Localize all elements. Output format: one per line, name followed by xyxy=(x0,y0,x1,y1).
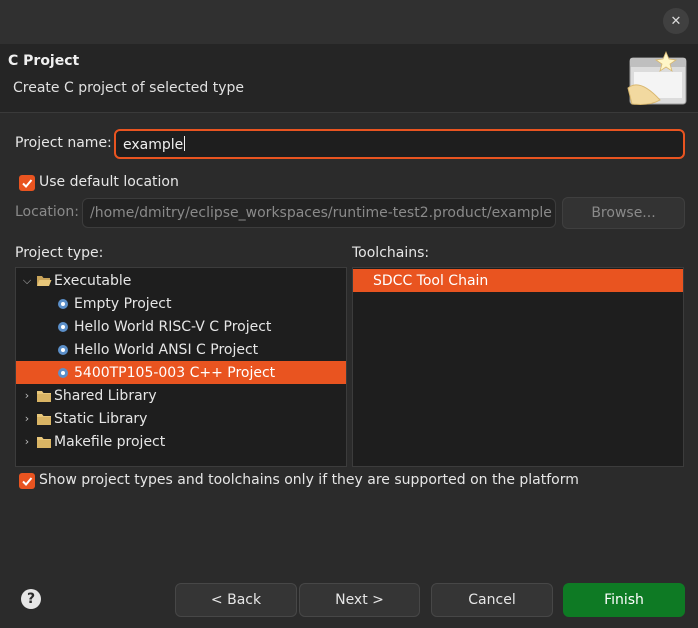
project-name-label: Project name: xyxy=(15,135,112,151)
tree-item-label: Hello World ANSI C Project xyxy=(74,341,259,358)
page-subtitle: Create C project of selected type xyxy=(13,80,244,96)
page-title: C Project xyxy=(8,53,80,69)
location-input[interactable]: /home/dmitry/eclipse_workspaces/runtime-… xyxy=(82,198,556,228)
cancel-button[interactable]: Cancel xyxy=(431,583,553,617)
show-supported-only-label: Show project types and toolchains only i… xyxy=(39,472,579,488)
project-template-icon xyxy=(58,344,68,355)
folder-open-icon xyxy=(37,275,52,286)
finish-button[interactable]: Finish xyxy=(563,583,685,617)
tree-item-label: Makefile project xyxy=(54,433,166,450)
show-supported-only-checkbox[interactable] xyxy=(19,473,35,489)
project-type-tree[interactable]: ⌵ Executable Empty Project Hello World R… xyxy=(15,267,347,467)
project-name-value: example xyxy=(123,137,184,153)
tree-item-label: Shared Library xyxy=(54,387,157,404)
next-button[interactable]: Next > xyxy=(299,583,420,617)
folder-icon xyxy=(37,413,51,425)
tree-item-hello-world-riscv[interactable]: Hello World RISC-V C Project xyxy=(16,315,346,338)
toolchain-item-label: SDCC Tool Chain xyxy=(373,272,489,289)
tree-item-executable[interactable]: ⌵ Executable xyxy=(16,269,346,292)
folder-icon xyxy=(37,436,51,448)
tree-item-makefile-project[interactable]: › Makefile project xyxy=(16,430,346,453)
tree-item-label: Hello World RISC-V C Project xyxy=(74,318,272,335)
chevron-right-icon[interactable]: › xyxy=(18,389,36,402)
chevron-right-icon[interactable]: › xyxy=(18,435,36,448)
project-template-icon xyxy=(58,298,68,309)
text-caret xyxy=(184,136,186,151)
help-icon[interactable]: ? xyxy=(21,589,41,609)
tree-item-empty-project[interactable]: Empty Project xyxy=(16,292,346,315)
checkmark-icon xyxy=(22,179,33,188)
tree-item-label: 5400TP105-003 C++ Project xyxy=(74,364,276,381)
toolchains-label: Toolchains: xyxy=(352,245,430,261)
wizard-banner-icon xyxy=(627,50,687,105)
tree-item-hello-world-ansi[interactable]: Hello World ANSI C Project xyxy=(16,338,346,361)
use-default-location-label: Use default location xyxy=(39,174,179,190)
project-type-label: Project type: xyxy=(15,245,104,261)
project-template-icon xyxy=(58,321,68,332)
header-separator xyxy=(0,112,698,113)
chevron-down-icon[interactable]: ⌵ xyxy=(18,274,36,288)
tree-item-label: Executable xyxy=(54,272,132,289)
project-name-input[interactable]: example xyxy=(114,129,685,159)
toolchains-list[interactable]: SDCC Tool Chain xyxy=(352,267,684,467)
tree-item-shared-library[interactable]: › Shared Library xyxy=(16,384,346,407)
location-label: Location: xyxy=(15,204,79,220)
tree-item-label: Empty Project xyxy=(74,295,172,312)
use-default-location-checkbox[interactable] xyxy=(19,175,35,191)
folder-icon xyxy=(37,390,51,402)
wizard-header: C Project Create C project of selected t… xyxy=(0,44,698,112)
title-bar: ✕ xyxy=(0,0,698,44)
tree-item-static-library[interactable]: › Static Library xyxy=(16,407,346,430)
back-button[interactable]: < Back xyxy=(175,583,297,617)
toolchain-item-sdcc[interactable]: SDCC Tool Chain xyxy=(353,269,683,292)
tree-item-label: Static Library xyxy=(54,410,148,427)
project-template-icon xyxy=(58,367,68,378)
chevron-right-icon[interactable]: › xyxy=(18,412,36,425)
checkmark-icon xyxy=(22,477,33,486)
browse-button[interactable]: Browse... xyxy=(562,197,685,229)
close-icon[interactable]: ✕ xyxy=(663,8,689,34)
tree-item-5400tp105-project[interactable]: 5400TP105-003 C++ Project xyxy=(16,361,346,384)
